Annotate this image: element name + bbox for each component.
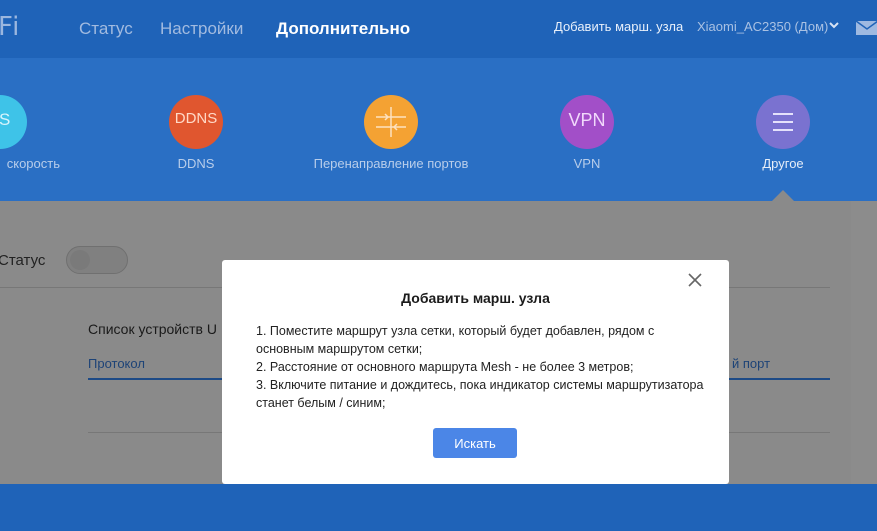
dialog-title: Добавить марш. узла [401, 290, 550, 306]
router-selector[interactable]: Xiaomi_AC2350 (Дом) [697, 19, 828, 34]
active-tab-pointer [771, 190, 795, 202]
port-forwarding-arrows-icon [376, 107, 406, 137]
menu-icon [773, 113, 793, 131]
vpn-icon-text: VPN [568, 110, 606, 130]
nav-settings[interactable]: Настройки [160, 19, 243, 39]
feature-label-other[interactable]: Другое [683, 156, 877, 171]
nav-status[interactable]: Статус [79, 19, 133, 39]
add-node-dialog: Добавить марш. узла 1. Поместите маршрут… [222, 260, 729, 484]
column-port: й порт [732, 356, 771, 371]
nav-advanced[interactable]: Дополнительно [276, 19, 410, 39]
feature-band [0, 58, 877, 201]
feature-label-ddns[interactable]: DDNS [96, 156, 296, 171]
instruction-step-1: 1. Поместите маршрут узла сетки, который… [256, 324, 655, 356]
mail-icon[interactable] [855, 20, 877, 36]
device-list-title: Список устройств U [88, 321, 217, 337]
chevron-down-icon[interactable] [829, 19, 839, 31]
qos-icon-text: oS [0, 110, 11, 129]
status-label: Статус [0, 252, 46, 269]
ddns-icon-text: DDNS [174, 110, 218, 127]
top-bar: Fi Статус Настройки Дополнительно Добави… [0, 0, 877, 58]
footer-band [0, 484, 877, 531]
feature-label-port-forwarding[interactable]: Перенаправление портов [291, 156, 491, 171]
instruction-step-2: 2. Расстояние от основного маршрута Mesh… [256, 360, 634, 374]
toggle-knob [70, 250, 90, 270]
add-node-link[interactable]: Добавить марш. узла [554, 19, 683, 34]
brand-logo: Fi [0, 12, 21, 42]
search-button[interactable]: Искать [433, 428, 517, 458]
column-protocol: Протокол [88, 356, 145, 371]
feature-label-vpn[interactable]: VPN [487, 156, 687, 171]
feature-label-qos[interactable]: скорость [0, 156, 60, 171]
instruction-step-3: 3. Включите питание и дождитесь, пока ин… [256, 378, 704, 410]
dialog-instructions: 1. Поместите маршрут узла сетки, который… [256, 322, 706, 412]
close-icon[interactable] [687, 272, 703, 288]
